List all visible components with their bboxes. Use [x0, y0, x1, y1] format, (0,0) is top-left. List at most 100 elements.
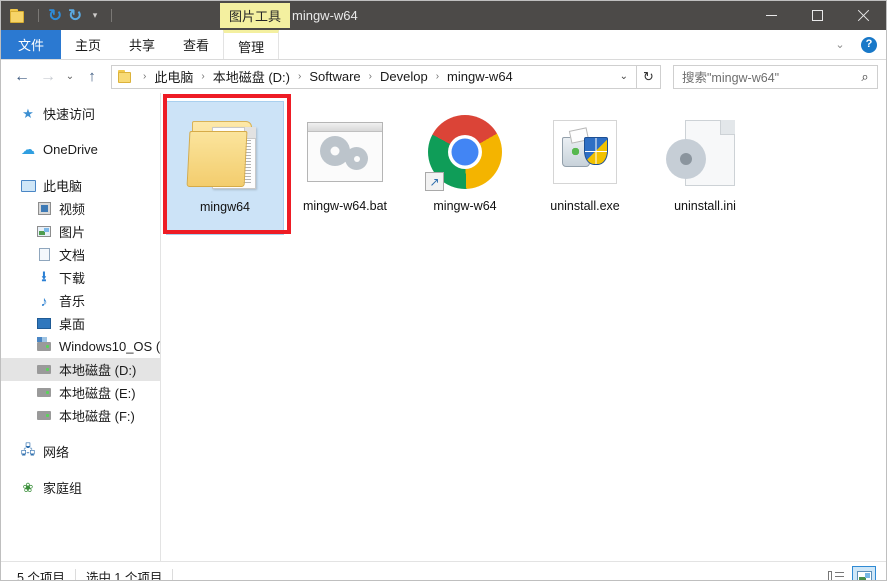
- drive-icon: [36, 362, 52, 378]
- toolbar-divider: [38, 9, 39, 22]
- sidebar-item-this-pc[interactable]: 此电脑: [1, 174, 160, 197]
- breadcrumb-item-2[interactable]: Software: [306, 67, 363, 86]
- file-name-label: uninstall.exe: [550, 199, 620, 213]
- view-switch-buttons: [824, 566, 880, 581]
- file-item-mingw-w64-shortcut[interactable]: ↗ mingw-w64: [406, 101, 524, 235]
- navigation-pane[interactable]: ★ 快速访问 ☁ OneDrive 此电脑 视频 图片: [1, 93, 161, 561]
- sidebar-item-music[interactable]: ♪ 音乐: [1, 289, 160, 312]
- close-button[interactable]: [840, 1, 886, 30]
- file-item-mingw-w64-bat[interactable]: mingw-w64.bat: [286, 101, 404, 235]
- breadcrumb-item-3[interactable]: Develop: [377, 67, 431, 86]
- file-thumbnail: [660, 107, 750, 197]
- folder-icon[interactable]: [10, 9, 27, 23]
- tab-home[interactable]: 主页: [61, 30, 115, 59]
- minimize-button[interactable]: [748, 1, 794, 30]
- file-item-mingw64[interactable]: mingw64: [166, 101, 284, 235]
- search-input[interactable]: 搜索"mingw-w64" ⌕: [673, 65, 878, 89]
- breadcrumb-separator: ›: [364, 71, 377, 82]
- status-divider: [172, 569, 173, 581]
- file-thumbnail: [180, 108, 270, 198]
- selection-count-label: 选中 1 个项目: [76, 567, 172, 581]
- file-tiles: mingw64 mingw-w64.bat: [165, 101, 886, 235]
- window-controls: [748, 1, 886, 30]
- sidebar-item-label: 下载: [59, 268, 85, 287]
- breadcrumb-item-4[interactable]: mingw-w64: [444, 67, 516, 86]
- search-placeholder: 搜索"mingw-w64": [674, 67, 853, 86]
- sidebar-item-pictures[interactable]: 图片: [1, 220, 160, 243]
- folder-with-document-icon: [186, 117, 264, 189]
- sidebar-spacer: [1, 463, 160, 476]
- file-thumbnail: [540, 107, 630, 197]
- file-item-uninstall-exe[interactable]: uninstall.exe: [526, 101, 644, 235]
- breadcrumb[interactable]: › 此电脑 › 本地磁盘 (D:) › Software › Develop ›…: [111, 65, 637, 89]
- breadcrumb-dropdown-icon[interactable]: ⌄: [612, 71, 636, 82]
- homegroup-icon: ❀: [20, 480, 36, 496]
- file-name-label: mingw64: [200, 200, 250, 214]
- sidebar-item-local-disk-e[interactable]: 本地磁盘 (E:): [1, 381, 160, 404]
- file-item-uninstall-ini[interactable]: uninstall.ini: [646, 101, 764, 235]
- undo-button[interactable]: ↺: [45, 6, 65, 26]
- sidebar-item-label: 网络: [43, 442, 69, 461]
- customize-toolbar-button[interactable]: ▾: [85, 6, 105, 26]
- sidebar-item-local-disk-f[interactable]: 本地磁盘 (F:): [1, 404, 160, 427]
- forward-button[interactable]: →: [35, 64, 61, 90]
- sidebar-item-label: 家庭组: [43, 478, 82, 497]
- sidebar-item-label: 本地磁盘 (F:): [59, 406, 135, 425]
- sidebar-item-homegroup[interactable]: ❀ 家庭组: [1, 476, 160, 499]
- breadcrumb-item-0[interactable]: 此电脑: [151, 65, 196, 88]
- address-bar: ← → ⌄ ↑ › 此电脑 › 本地磁盘 (D:) › Software › D…: [1, 60, 886, 93]
- tab-file[interactable]: 文件: [1, 30, 61, 59]
- maximize-button[interactable]: [794, 1, 840, 30]
- large-icons-view-icon: [857, 571, 872, 581]
- uninstaller-exe-icon: [553, 120, 617, 184]
- tab-share[interactable]: 共享: [115, 30, 169, 59]
- ribbon-tab-bar: 文件 主页 共享 查看 管理 ⌄ ?: [1, 30, 886, 60]
- sidebar-item-quick-access[interactable]: ★ 快速访问: [1, 102, 160, 125]
- large-icons-view-button[interactable]: [852, 566, 876, 581]
- sidebar-spacer: [1, 161, 160, 174]
- sidebar-item-videos[interactable]: 视频: [1, 197, 160, 220]
- sidebar-item-label: 此电脑: [43, 176, 82, 195]
- window-title: mingw-w64: [292, 1, 358, 30]
- sidebar-item-label: 图片: [59, 222, 85, 241]
- help-icon[interactable]: ?: [861, 37, 877, 53]
- up-button[interactable]: ↑: [79, 64, 105, 90]
- sidebar-item-onedrive[interactable]: ☁ OneDrive: [1, 138, 160, 161]
- search-icon[interactable]: ⌕: [853, 69, 877, 85]
- music-icon: ♪: [36, 293, 52, 309]
- tab-view[interactable]: 查看: [169, 30, 223, 59]
- sidebar-item-label: 本地磁盘 (E:): [59, 383, 136, 402]
- shortcut-arrow-icon: ↗: [425, 172, 444, 191]
- sidebar-item-label: 音乐: [59, 291, 85, 310]
- breadcrumb-folder-icon: [118, 70, 133, 83]
- system-drive-icon: [36, 339, 52, 355]
- file-list-pane[interactable]: mingw64 mingw-w64.bat: [161, 93, 886, 561]
- sidebar-item-network[interactable]: 🖧 网络: [1, 440, 160, 463]
- breadcrumb-separator: ›: [196, 71, 209, 82]
- sidebar-item-label: 快速访问: [43, 104, 95, 123]
- redo-button[interactable]: ↻: [65, 6, 85, 26]
- drive-icon: [36, 385, 52, 401]
- refresh-button[interactable]: ↻: [637, 65, 661, 89]
- downloads-icon: ⭳: [36, 270, 52, 286]
- sidebar-item-documents[interactable]: 文档: [1, 243, 160, 266]
- expand-ribbon-button[interactable]: ⌄: [831, 38, 849, 51]
- sidebar-item-downloads[interactable]: ⭳ 下载: [1, 266, 160, 289]
- maximize-icon: [812, 10, 823, 21]
- chevron-down-icon: ▾: [93, 11, 98, 20]
- sidebar-item-label: 文档: [59, 245, 85, 264]
- file-name-label: uninstall.ini: [674, 199, 736, 213]
- recent-locations-button[interactable]: ⌄: [61, 64, 79, 90]
- details-view-button[interactable]: [824, 566, 848, 581]
- sidebar-item-local-disk-d[interactable]: 本地磁盘 (D:): [1, 358, 160, 381]
- documents-icon: [36, 247, 52, 263]
- back-button[interactable]: ←: [9, 64, 35, 90]
- sidebar-item-windows10-os-c[interactable]: Windows10_OS (C: [1, 335, 160, 358]
- toolbar-divider-2: [111, 9, 112, 22]
- breadcrumb-item-1[interactable]: 本地磁盘 (D:): [210, 65, 293, 88]
- file-name-label: mingw-w64: [433, 199, 496, 213]
- tab-manage[interactable]: 管理: [223, 30, 279, 59]
- sidebar-item-desktop[interactable]: 桌面: [1, 312, 160, 335]
- drive-icon: [36, 408, 52, 424]
- chrome-shortcut-icon: ↗: [428, 115, 502, 189]
